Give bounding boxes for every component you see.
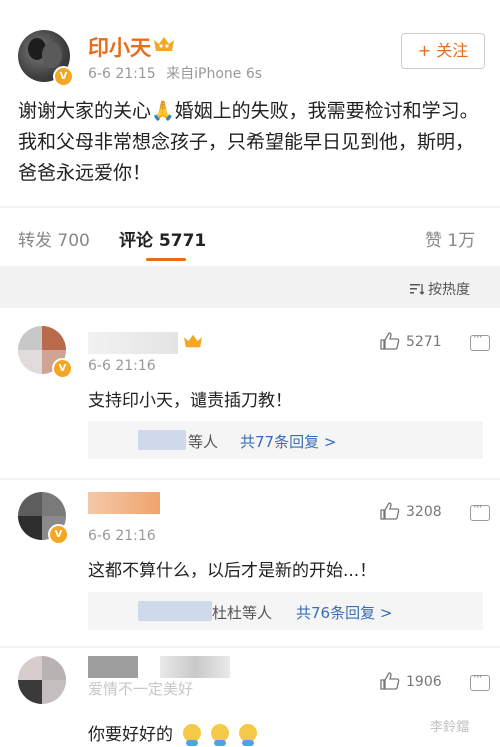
reply-summary[interactable]: 杜杜等人 共76条回复 >	[88, 592, 483, 630]
comment-text: 你要好好的	[88, 720, 257, 746]
vip-crown-icon	[154, 37, 174, 51]
comment-like[interactable]: 1906	[380, 672, 442, 690]
like-count: 5271	[406, 334, 442, 350]
commenter-name-blurred	[88, 332, 178, 354]
commenter-name-blurred	[88, 656, 138, 678]
post-date: 6-6 21:15	[88, 66, 156, 82]
like-count: 3208	[406, 504, 442, 520]
comment-text: 这都不算什么，以后才是新的开始...！	[88, 561, 377, 581]
reply-summary[interactable]: 等人 共77条回复 >	[88, 421, 483, 459]
emoji-icon	[211, 724, 229, 746]
comment-time: 6-6 21:16	[88, 528, 156, 544]
sort-by-popularity[interactable]: 按热度	[410, 279, 470, 299]
reply-suffix: 杜杜等人	[212, 604, 273, 622]
reply-suffix: 等人	[188, 433, 219, 451]
comment-item: 爱情不一定美好 1906 你要好好的	[0, 648, 500, 747]
comment-item: V 6-6 21:16 5271 支持印小天，谴责插刀教！ 等人 共77条回复 …	[0, 308, 500, 478]
reply-count-link[interactable]: 共76条回复 >	[296, 602, 392, 623]
tab-like[interactable]: 赞 1万	[425, 226, 475, 251]
verified-badge-icon: V	[52, 358, 73, 379]
sort-icon	[410, 284, 424, 295]
comment-time: 6-6 21:16	[88, 358, 156, 374]
verified-badge-icon: V	[48, 524, 69, 545]
like-count: 1906	[406, 674, 442, 690]
active-tab-indicator	[146, 258, 186, 261]
reply-names-blurred	[138, 430, 186, 450]
comment-item: V 6-6 21:16 3208 这都不算什么，以后才是新的开始...！ 杜杜等…	[0, 480, 500, 646]
post-tabs: 转发 700 评论 5771 赞 1万	[0, 208, 500, 266]
thumbs-up-icon	[380, 672, 400, 690]
post-text: 谢谢大家的关心🙏婚姻上的失败，我需要检讨和学习。我和父母非常想念孩子，只希望能早…	[18, 100, 479, 184]
commenter-name-blurred	[88, 492, 160, 514]
commenter-name-blurred	[160, 656, 230, 678]
follow-button[interactable]: + 关注	[401, 33, 485, 69]
comment-text: 支持印小天，谴责插刀教！	[88, 391, 292, 411]
comment-more-icon[interactable]	[470, 670, 490, 691]
username[interactable]: 印小天	[88, 32, 151, 62]
watermark: 李鈴鐺	[430, 720, 470, 735]
comment-more-icon[interactable]	[470, 330, 490, 351]
post-source: 来自iPhone 6s	[166, 66, 263, 82]
sort-bar: 按热度	[0, 268, 500, 308]
post-meta: 6-6 21:15 来自iPhone 6s	[88, 63, 268, 83]
comment-like[interactable]: 5271	[380, 332, 442, 350]
commenter-avatar[interactable]	[18, 656, 66, 704]
sort-label: 按热度	[428, 282, 470, 298]
emoji-icon	[183, 724, 201, 746]
tab-comment[interactable]: 评论 5771	[119, 226, 206, 251]
reply-count-link[interactable]: 共77条回复 >	[240, 431, 336, 452]
vip-crown-icon	[184, 334, 202, 348]
emoji-icon	[239, 724, 257, 746]
thumbs-up-icon	[380, 502, 400, 520]
tab-repost[interactable]: 转发 700	[18, 226, 90, 251]
comment-more-icon[interactable]	[470, 500, 490, 521]
comment-text-content: 你要好好的	[88, 725, 173, 745]
reply-names-blurred	[138, 601, 212, 621]
verified-badge-icon: V	[53, 66, 74, 87]
thumbs-up-icon	[380, 332, 400, 350]
post-card: V 印小天 6-6 21:15 来自iPhone 6s + 关注 谢谢大家的关心…	[0, 0, 500, 206]
commenter-name-partial: 爱情不一定美好	[88, 680, 194, 698]
comment-like[interactable]: 3208	[380, 502, 442, 520]
